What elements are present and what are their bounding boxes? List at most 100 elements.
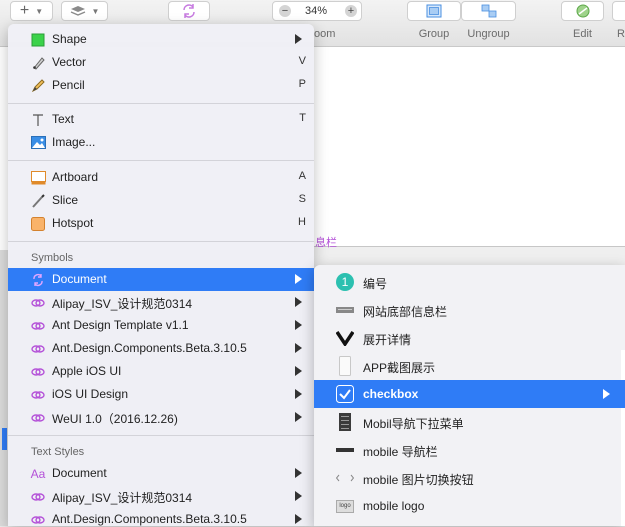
- menu-item-label: Pencil: [52, 78, 85, 92]
- edit-button[interactable]: [561, 1, 604, 21]
- menu-item-shape[interactable]: Shape: [8, 28, 314, 51]
- submenu-item[interactable]: 网站底部信息栏: [314, 296, 625, 324]
- menu-item-symbols-library[interactable]: Ant Design Template v1.1: [8, 314, 314, 337]
- menu-item-symbols-library[interactable]: Apple iOS UI: [8, 360, 314, 383]
- chevron-down-icon: ▼: [91, 6, 100, 16]
- edit-caption: Edit: [573, 28, 592, 40]
- ungroup-button[interactable]: [461, 1, 516, 21]
- menu-item-symbols-document[interactable]: Document: [8, 268, 314, 291]
- ungroup-caption: Ungroup: [467, 28, 510, 40]
- menu-item-pencil[interactable]: Pencil P: [8, 74, 314, 97]
- text-style-icon: Aa: [30, 466, 46, 481]
- shortcut-label: T: [299, 112, 306, 124]
- dropdown-menu-icon: [336, 413, 354, 431]
- menu-divider: [8, 435, 314, 436]
- shortcut-label: S: [298, 193, 306, 205]
- submenu-arrow-icon: [295, 320, 302, 330]
- menu-item-label: Text: [52, 112, 75, 126]
- submenu-item[interactable]: APP截图展示: [314, 352, 625, 380]
- partial-toolbar-button[interactable]: [612, 1, 625, 21]
- menu-item-vector[interactable]: Vector V: [8, 51, 314, 74]
- menu-item-label: Image...: [52, 135, 96, 149]
- ungroup-icon: [481, 4, 496, 18]
- menu-item-symbols-library[interactable]: Alipay_ISV_设计规范0314: [8, 291, 314, 314]
- submenu-item[interactable]: logo mobile logo: [314, 492, 625, 520]
- submenu-arrow-icon: [295, 297, 302, 307]
- menu-item-text[interactable]: Text T: [8, 108, 314, 131]
- library-link-icon: [30, 295, 46, 310]
- image-icon: [30, 135, 46, 150]
- submenu-item-label: 网站底部信息栏: [363, 305, 448, 319]
- menu-item-textstyle-library[interactable]: Ant.Design.Components.Beta.3.10.5: [8, 508, 314, 526]
- sync-symbols-button[interactable]: [168, 1, 210, 21]
- submenu-item-label: mobile 图片切换按钮: [363, 473, 474, 487]
- menu-item-image[interactable]: Image...: [8, 131, 314, 154]
- menu-item-label: Vector: [52, 55, 87, 69]
- logo-icon: logo: [336, 497, 354, 515]
- submenu-item-label: 展开详情: [363, 333, 412, 347]
- submenu-arrow-icon: [603, 389, 610, 399]
- menu-item-label: Ant.Design.Components.Beta.3.10.5: [52, 341, 247, 355]
- menu-item-symbols-library[interactable]: iOS UI Design: [8, 383, 314, 406]
- plus-icon: +: [19, 2, 30, 19]
- text-styles-header: Text Styles: [31, 446, 85, 458]
- menu-item-label: Slice: [52, 193, 79, 207]
- menu-item-label: Document: [52, 272, 107, 286]
- submenu-item-label: mobile 导航栏: [363, 445, 438, 459]
- submenu-arrow-icon: [295, 491, 302, 501]
- symbols-header: Symbols: [31, 252, 74, 264]
- slice-knife-icon: [30, 193, 46, 208]
- zoom-value: 34%: [305, 5, 328, 17]
- submenu-item-label: mobile logo: [363, 499, 425, 513]
- menu-item-symbols-library[interactable]: Ant.Design.Components.Beta.3.10.5: [8, 337, 314, 360]
- submenu-item-label: checkbox: [363, 387, 419, 401]
- submenu-arrow-icon: [295, 389, 302, 399]
- zoom-in-button[interactable]: +: [345, 5, 357, 17]
- submenu-arrow-icon: [295, 412, 302, 422]
- menu-item-label: Shape: [52, 32, 87, 46]
- menu-item-hotspot[interactable]: Hotspot H: [8, 212, 314, 235]
- menu-item-label: Artboard: [52, 170, 99, 184]
- menu-item-slice[interactable]: Slice S: [8, 189, 314, 212]
- pencil-icon: [30, 78, 46, 93]
- image-switch-icon: [336, 469, 354, 487]
- menu-item-label: iOS UI Design: [52, 387, 129, 401]
- library-link-icon: [30, 489, 46, 504]
- layers-icon: [70, 6, 85, 16]
- submenu-item[interactable]: mobile 图片切换按钮: [314, 464, 625, 492]
- submenu-item[interactable]: mobile 导航栏: [314, 436, 625, 464]
- menu-item-textstyle-library[interactable]: Alipay_ISV_设计规范0314: [8, 485, 314, 508]
- group-button[interactable]: [407, 1, 461, 21]
- library-link-icon: [30, 512, 46, 526]
- menu-item-artboard[interactable]: Artboard A: [8, 166, 314, 189]
- library-link-icon: [30, 364, 46, 379]
- menu-item-label: WeUI 1.0（2016.12.26): [52, 412, 178, 426]
- symbol-icon: [30, 272, 46, 287]
- submenu-item[interactable]: Mobil导航下拉菜单: [314, 408, 625, 436]
- partial-caption: R: [617, 28, 625, 40]
- menu-divider: [8, 160, 314, 161]
- insert-menu: Shape Vector V Pencil P Text T Image...: [8, 24, 314, 526]
- menu-item-textstyle-document[interactable]: Aa Document: [8, 462, 314, 485]
- text-cursor-icon: [30, 112, 46, 127]
- layers-button[interactable]: ▼: [61, 1, 108, 21]
- shortcut-label: A: [298, 170, 306, 182]
- submenu-item-checkbox[interactable]: checkbox: [314, 380, 625, 408]
- menu-item-label: Alipay_ISV_设计规范0314: [52, 297, 193, 311]
- shortcut-label: H: [298, 216, 306, 228]
- footer-bar-icon: [336, 301, 354, 319]
- menu-item-label: Hotspot: [52, 216, 94, 230]
- vector-pen-icon: [30, 55, 46, 70]
- submenu-item-label: 编号: [363, 277, 388, 291]
- submenu-arrow-icon: [295, 468, 302, 478]
- submenu-item[interactable]: 展开详情: [314, 324, 625, 352]
- logo-badge-text: logo: [336, 499, 354, 513]
- menu-item-symbols-library[interactable]: WeUI 1.0（2016.12.26): [8, 406, 314, 429]
- chevron-expand-icon: [336, 329, 354, 347]
- zoom-out-button[interactable]: −: [279, 5, 291, 17]
- square-shape-icon: [30, 32, 46, 47]
- edit-shape-icon: [576, 4, 589, 18]
- insert-button[interactable]: + ▼: [10, 1, 53, 21]
- submenu-item[interactable]: 1 编号: [314, 268, 625, 296]
- nav-bar-icon: [336, 441, 354, 459]
